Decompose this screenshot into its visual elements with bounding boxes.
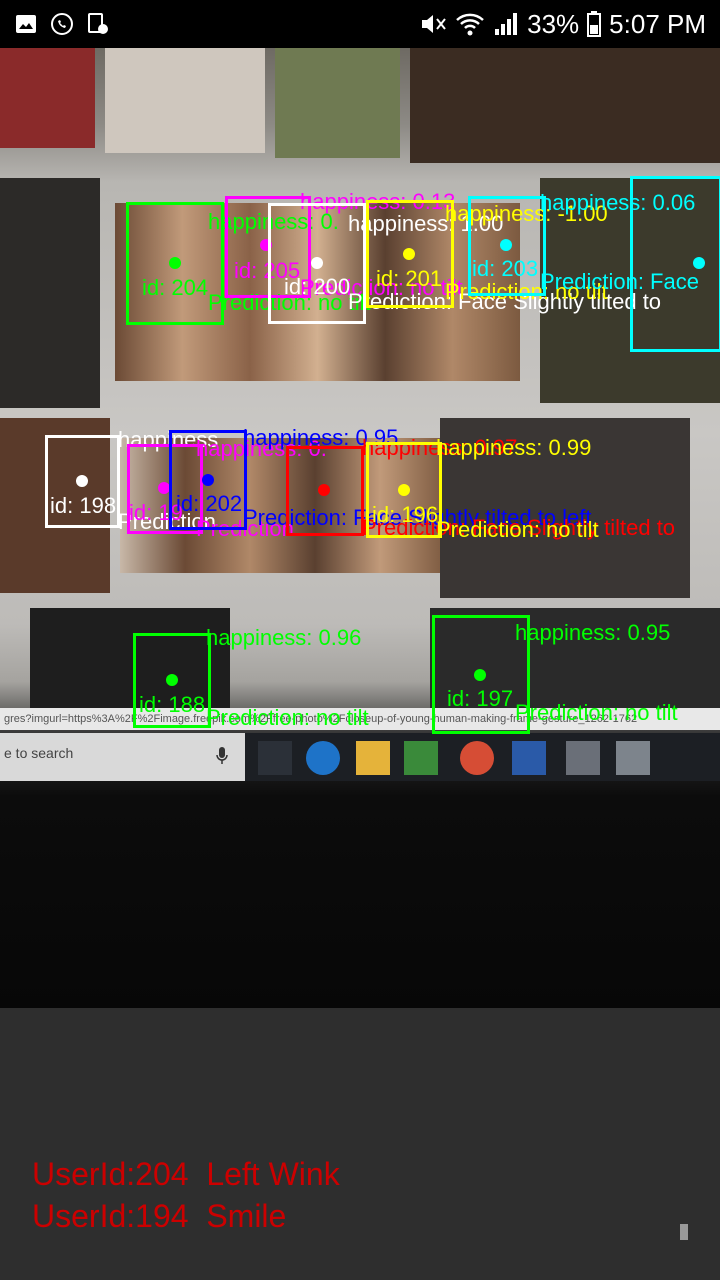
photo-tile xyxy=(0,48,95,148)
face-id-label: id: 204 xyxy=(142,275,209,300)
edge-icon xyxy=(306,741,340,775)
face-center-dot xyxy=(318,484,330,496)
face-center-dot xyxy=(311,257,323,269)
face-center-dot xyxy=(169,257,181,269)
file-explorer-icon xyxy=(356,741,390,775)
app-icon xyxy=(566,741,600,775)
face-center-dot xyxy=(500,239,512,251)
taskbar-search: e to search xyxy=(0,733,245,781)
prediction-label: Prediction: no tilt xyxy=(515,700,678,725)
face-id-label: id: 188 xyxy=(139,692,206,717)
battery-percent: 33% xyxy=(527,8,580,39)
camera-preview: gres?imgurl=https%3A%2F%2Fimage.freepik.… xyxy=(0,48,720,1008)
windows-taskbar: e to search xyxy=(0,733,720,781)
photo-tile xyxy=(0,178,100,408)
whatsapp-icon xyxy=(51,13,73,35)
app-icon xyxy=(404,741,438,775)
status-right: 33% 5:07 PM xyxy=(419,8,706,40)
face-center-dot xyxy=(166,674,178,686)
face-id-label: id: 197 xyxy=(447,686,514,711)
photo-tile xyxy=(105,48,265,153)
gesture-line: UserId:204 Left Wink xyxy=(32,1156,340,1192)
signal-icon xyxy=(495,13,518,35)
photo-tile xyxy=(275,48,400,158)
wifi-icon xyxy=(456,13,484,36)
scroll-handle[interactable] xyxy=(680,1224,688,1240)
status-bar: 33% 5:07 PM xyxy=(0,0,720,48)
face-id-label: id: 200 xyxy=(284,274,351,299)
happiness-label: happiness: 0.99 xyxy=(436,435,592,460)
clock: 5:07 PM xyxy=(609,8,706,39)
face-center-dot xyxy=(403,248,415,260)
prediction-label: Prediction: no tilt xyxy=(436,517,599,542)
face-id-label: id: 201 xyxy=(376,266,443,291)
face-center-dot xyxy=(474,669,486,681)
microphone-icon xyxy=(216,747,228,764)
gesture-panel: UserId:204 Left Wink UserId:194 Smile xyxy=(0,1008,720,1280)
photos-icon xyxy=(616,741,650,775)
prediction-label: Prediction: Face xyxy=(540,269,699,294)
happiness-label: happiness: 0.06 xyxy=(540,190,696,215)
chrome-icon xyxy=(460,741,494,775)
happiness-label: happiness: 0.96 xyxy=(206,625,362,650)
face-id-label: id: 198 xyxy=(50,493,117,518)
face-id-label: id: 202 xyxy=(176,491,243,516)
face-id-label: id: 203 xyxy=(472,256,539,281)
task-view-icon xyxy=(258,741,292,775)
prediction-label: Prediction: no tilt xyxy=(206,705,369,730)
face-center-dot xyxy=(76,475,88,487)
face-center-dot xyxy=(693,257,705,269)
gesture-line: UserId:194 Smile xyxy=(32,1198,287,1234)
face-center-dot xyxy=(398,484,410,496)
mute-icon xyxy=(422,15,446,33)
battery-icon xyxy=(587,11,602,37)
screenshot-icon xyxy=(88,13,108,34)
gallery-icon xyxy=(16,15,36,33)
face-center-dot xyxy=(202,474,214,486)
happiness-label: happiness: 0.95 xyxy=(515,620,671,645)
face-id-label: id: 196 xyxy=(372,502,439,527)
photo-tile xyxy=(410,48,720,163)
word-icon xyxy=(512,741,546,775)
